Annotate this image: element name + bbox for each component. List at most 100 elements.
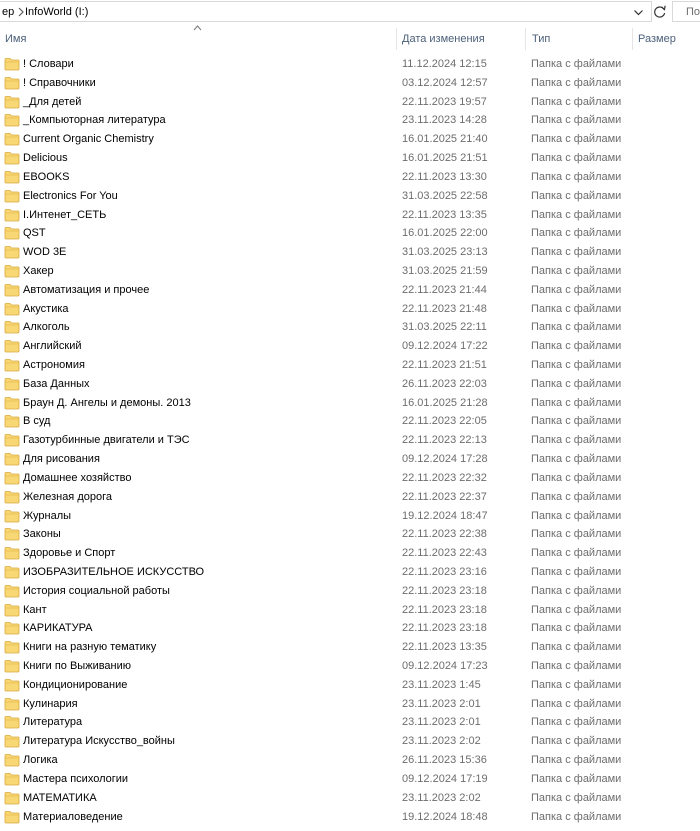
folder-icon <box>4 640 20 654</box>
list-item[interactable]: ИЗОБРАЗИТЕЛЬНОЕ ИСКУССТВО 22.11.2023 23:1… <box>0 563 700 582</box>
list-item[interactable]: Материаловедение 19.12.2024 18:48 Папка с … <box>0 808 700 827</box>
file-date: 23.11.2023 1:45 <box>402 678 481 691</box>
file-date: 19.12.2024 18:47 <box>402 509 488 522</box>
file-name: Журналы <box>23 509 72 522</box>
list-item[interactable]: В суд 22.11.2023 22:05 Папка с файлами <box>0 412 700 431</box>
list-item[interactable]: _Компьюторная литература 23.11.2023 14:28… <box>0 111 700 130</box>
folder-icon <box>4 339 20 353</box>
folder-icon <box>4 734 20 748</box>
list-item[interactable]: QST 16.01.2025 22:00 Папка с файлами <box>0 224 700 243</box>
column-divider[interactable] <box>396 28 397 50</box>
column-size[interactable]: Размер <box>638 33 676 45</box>
list-item[interactable]: Газотурбинные двигатели и ТЭС 22.11.2023 … <box>0 431 700 450</box>
list-item[interactable]: Литература Искусство_войны 23.11.2023 2:0… <box>0 732 700 751</box>
file-name: EBOOKS <box>23 170 70 183</box>
list-item[interactable]: Для рисования 09.12.2024 17:28 Папка с фай… <box>0 450 700 469</box>
column-type[interactable]: Тип <box>532 33 550 45</box>
list-item[interactable]: ! Словари 11.12.2024 12:15 Папка с файлами <box>0 55 700 74</box>
column-divider[interactable] <box>525 28 526 50</box>
list-item[interactable]: Акустика 22.11.2023 21:48 Папка с файлами <box>0 300 700 319</box>
list-item[interactable]: Мастера психологии 09.12.2024 17:19 Папка … <box>0 770 700 789</box>
list-item[interactable]: Законы 22.11.2023 22:38 Папка с файлами <box>0 525 700 544</box>
list-item[interactable]: WOD 3E 31.03.2025 23:13 Папка с файлами <box>0 243 700 262</box>
column-date[interactable]: Дата изменения <box>402 33 485 45</box>
file-date: 23.11.2023 14:28 <box>402 114 487 127</box>
file-type: Папка с файлами <box>531 321 622 334</box>
list-item[interactable]: Кант 22.11.2023 23:18 Папка с файлами <box>0 601 700 620</box>
list-item[interactable]: Delicious 16.01.2025 21:51 Папка с файлами <box>0 149 700 168</box>
list-item[interactable]: Английский 09.12.2024 17:22 Папка с файлам… <box>0 337 700 356</box>
file-date: 09.12.2024 17:22 <box>402 340 488 353</box>
list-item[interactable]: КАРИКАТУРА 22.11.2023 23:18 Папка с файлам… <box>0 619 700 638</box>
file-date: 31.03.2025 23:13 <box>402 246 488 259</box>
column-name[interactable]: Имя <box>5 33 26 45</box>
file-date: 22.11.2023 23:18 <box>402 603 487 616</box>
folder-icon <box>4 659 20 673</box>
list-item[interactable]: Автоматизация и прочее 22.11.2023 21:44 Па… <box>0 281 700 300</box>
file-name: Газотурбинные двигатели и ТЭС <box>23 434 190 447</box>
folder-icon <box>4 678 20 692</box>
list-item[interactable]: Книги на разную тематику 22.11.2023 13:35… <box>0 638 700 657</box>
list-item[interactable]: Хакер 31.03.2025 21:59 Папка с файлами <box>0 262 700 281</box>
list-item[interactable]: Electronics For You 31.03.2025 22:58 Папка… <box>0 187 700 206</box>
file-name: QST <box>23 227 46 240</box>
file-date: 22.11.2023 23:18 <box>402 584 487 597</box>
file-date: 23.11.2023 2:01 <box>402 697 481 710</box>
folder-icon <box>4 753 20 767</box>
file-date: 31.03.2025 22:58 <box>402 189 488 202</box>
file-name: Мастера психологии <box>23 772 129 785</box>
list-item[interactable]: Железная дорога 22.11.2023 22:37 Папка с ф… <box>0 488 700 507</box>
file-name: История социальной работы <box>23 584 170 597</box>
list-item[interactable]: Браун Д. Ангелы и демоны. 2013 16.01.2025… <box>0 394 700 413</box>
list-item[interactable]: Здоровье и Спорт 22.11.2023 22:43 Папка с … <box>0 544 700 563</box>
file-type: Папка с файлами <box>531 95 622 108</box>
file-name: Законы <box>23 528 61 541</box>
file-date: 26.11.2023 15:36 <box>402 754 487 767</box>
list-item[interactable]: Журналы 19.12.2024 18:47 Папка с файлами <box>0 507 700 526</box>
list-item[interactable]: Книги по Выживанию 09.12.2024 17:23 Папка … <box>0 657 700 676</box>
file-type: Папка с файлами <box>531 660 622 672</box>
file-name: Книги по Выживанию <box>23 660 132 672</box>
file-name: Браун Д. Ангелы и демоны. 2013 <box>23 396 191 409</box>
file-name: Астрономия <box>23 359 85 371</box>
file-type: Папка с файлами <box>531 565 622 578</box>
column-divider[interactable] <box>632 28 633 50</box>
file-type: Папка с файлами <box>531 227 622 240</box>
file-date: 22.11.2023 23:18 <box>402 622 487 635</box>
folder-icon <box>4 113 20 127</box>
list-item[interactable]: Домашнее хозяйство 22.11.2023 22:32 Папка … <box>0 469 700 488</box>
list-item[interactable]: Литература 23.11.2023 2:01 Папка с файлами <box>0 713 700 732</box>
list-item[interactable]: I.Интенет_СЕТЬ 22.11.2023 13:35 Папка с фа… <box>0 206 700 225</box>
list-item[interactable]: МАТЕМАТИКА 23.11.2023 2:02 Папка с файлами <box>0 789 700 808</box>
list-item[interactable]: EBOOKS 22.11.2023 13:30 Папка с файлами <box>0 168 700 187</box>
list-item[interactable]: История социальной работы 22.11.2023 23:1… <box>0 582 700 601</box>
file-date: 22.11.2023 19:57 <box>402 95 487 108</box>
address-bar-area: ер InfoWorld (I:) По <box>0 0 700 24</box>
file-name: КАРИКАТУРА <box>23 622 93 635</box>
list-item[interactable]: Алкоголь 31.03.2025 22:11 Папка с файлами <box>0 318 700 337</box>
file-date: 09.12.2024 17:19 <box>402 772 488 785</box>
address-bar[interactable]: ер InfoWorld (I:) <box>0 1 652 22</box>
file-date: 26.11.2023 22:03 <box>402 377 487 390</box>
column-header: Имя Дата изменения Тип Размер <box>0 24 700 54</box>
list-item[interactable]: База Данных 26.11.2023 22:03 Папка с файла… <box>0 375 700 394</box>
list-item[interactable]: Астрономия 22.11.2023 21:51 Папка с файлам… <box>0 356 700 375</box>
file-name: Для рисования <box>23 453 100 466</box>
file-type: Папка с файлами <box>531 208 622 221</box>
folder-icon <box>4 772 20 786</box>
file-type: Папка с файлами <box>531 791 622 804</box>
folder-icon <box>4 414 20 428</box>
file-date: 31.03.2025 22:11 <box>402 321 487 334</box>
list-item[interactable]: Логика 26.11.2023 15:36 Папка с файлами <box>0 751 700 770</box>
breadcrumb-current[interactable]: InfoWorld (I:) <box>25 6 88 18</box>
file-type: Папка с файлами <box>531 246 622 259</box>
list-item[interactable]: Current Organic Chemistry 16.01.2025 21:4… <box>0 130 700 149</box>
list-item[interactable]: ! Справочники 03.12.2024 12:57 Папка с фай… <box>0 74 700 93</box>
breadcrumb-parent[interactable]: ер <box>2 6 14 18</box>
list-item[interactable]: _Для детей 22.11.2023 19:57 Папка с файлам… <box>0 93 700 112</box>
search-input[interactable]: По <box>672 1 700 22</box>
list-item[interactable]: Кулинария 23.11.2023 2:01 Папка с файлами <box>0 695 700 714</box>
chevron-down-icon[interactable] <box>632 5 645 20</box>
list-item[interactable]: Кондиционирование 23.11.2023 1:45 Папка с … <box>0 676 700 695</box>
refresh-icon[interactable] <box>651 1 669 22</box>
